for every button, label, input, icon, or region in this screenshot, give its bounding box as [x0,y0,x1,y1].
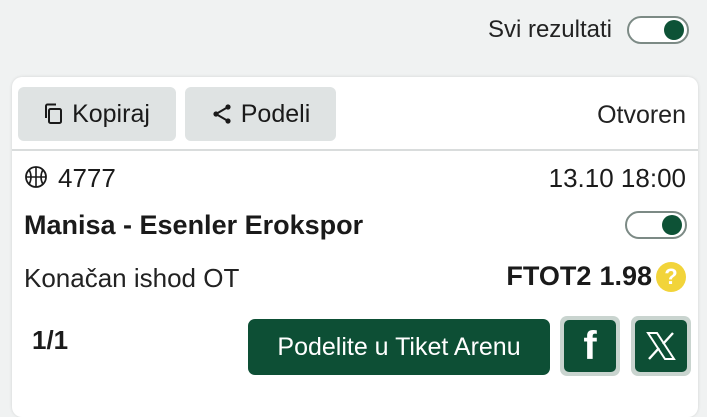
top-bar: Svi rezultati [0,0,707,62]
event-info-row: 4777 13.10 18:00 [24,163,686,193]
copy-button[interactable]: Kopiraj [18,87,176,141]
pick-info: FTOT2 1.98 ? [506,261,686,292]
market-name: Konačan ishod OT [24,263,240,293]
match-title: Manisa - Esenler Erokspor [24,210,364,240]
facebook-icon: f [583,324,597,368]
page-count: 1/1 [32,325,69,355]
facebook-share-button[interactable]: f [560,316,620,376]
share-icon [211,103,233,125]
match-toggle[interactable] [625,211,687,239]
event-code: 4777 [58,163,116,193]
share-button[interactable]: Podeli [185,87,336,141]
pick-code: FTOT2 [506,261,592,291]
toggle-knob [662,215,682,235]
ticket-card: Kopiraj Podeli Otvoren 4777 13.10 18:00 … [12,77,698,417]
pick-odds: 1.98 [599,261,652,291]
event-datetime: 13.10 18:00 [548,163,686,193]
x-icon [644,329,678,363]
help-icon[interactable]: ? [656,261,686,292]
share-to-arena-button[interactable]: Podelite u Tiket Arenu [248,319,550,375]
copy-icon [44,103,64,125]
copy-label: Kopiraj [72,99,150,128]
x-share-button[interactable] [631,316,691,376]
ticket-status: Otvoren [597,101,686,129]
toggle-knob [664,20,684,40]
basketball-icon [24,165,48,189]
share-label: Podeli [240,99,311,128]
ticket-header: Kopiraj Podeli Otvoren [12,77,698,151]
all-results-toggle[interactable] [627,16,689,44]
all-results-label: Svi rezultati [487,16,612,43]
